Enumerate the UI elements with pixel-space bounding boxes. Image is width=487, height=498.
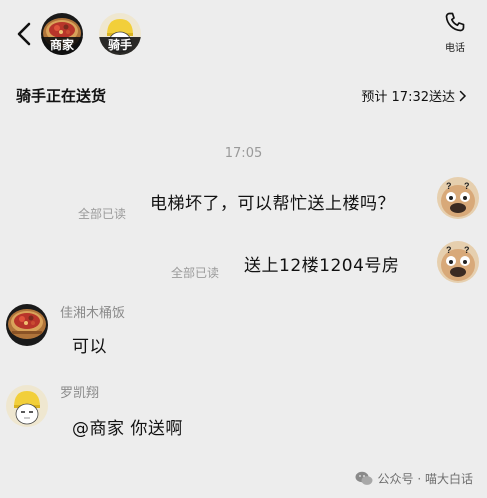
my-avatar[interactable] (437, 241, 479, 283)
dog-avatar-icon (437, 241, 479, 283)
chat-timestamp: 17:05 (224, 146, 263, 161)
message-text[interactable]: @商家 你送啊 (72, 414, 183, 439)
call-label: 电话 (445, 43, 465, 54)
call-button[interactable]: 电话 (440, 10, 470, 54)
back-button[interactable] (14, 20, 36, 48)
message-text[interactable]: 送上12楼1204号房 (244, 251, 399, 276)
rider-header-avatar[interactable]: 骑手 (99, 13, 141, 55)
eta-text: 预计 17:32送达 (361, 90, 455, 105)
food-bowl-icon (6, 304, 48, 346)
eta-link[interactable]: 预计 17:32送达 (361, 86, 467, 105)
merchant-header-avatar[interactable]: 商家 (41, 13, 83, 55)
sender-name: 罗凯翔 (60, 386, 100, 401)
chevron-left-icon (17, 22, 31, 46)
sender-name: 佳湘木桶饭 (60, 306, 126, 321)
rider-avatar-label: 骑手 (99, 37, 141, 55)
rider-avatar[interactable] (6, 385, 48, 427)
read-receipt: 全部已读 (171, 266, 220, 280)
merchant-avatar[interactable] (6, 304, 48, 346)
rider-avatar-icon (6, 385, 48, 427)
wechat-icon (355, 471, 373, 485)
watermark: 公众号 · 喵大白话 (355, 470, 473, 487)
phone-icon (445, 12, 465, 32)
message-text[interactable]: 可以 (72, 332, 107, 357)
read-receipt: 全部已读 (78, 207, 127, 221)
my-avatar[interactable] (437, 177, 479, 219)
dog-avatar-icon (437, 177, 479, 219)
chevron-right-icon (459, 90, 467, 101)
merchant-avatar-label: 商家 (41, 37, 83, 55)
message-text[interactable]: 电梯坏了，可以帮忙送上楼吗？ (150, 189, 395, 214)
watermark-text: 公众号 · 喵大白话 (377, 472, 473, 486)
delivery-status: 骑手正在送货 (16, 87, 107, 105)
